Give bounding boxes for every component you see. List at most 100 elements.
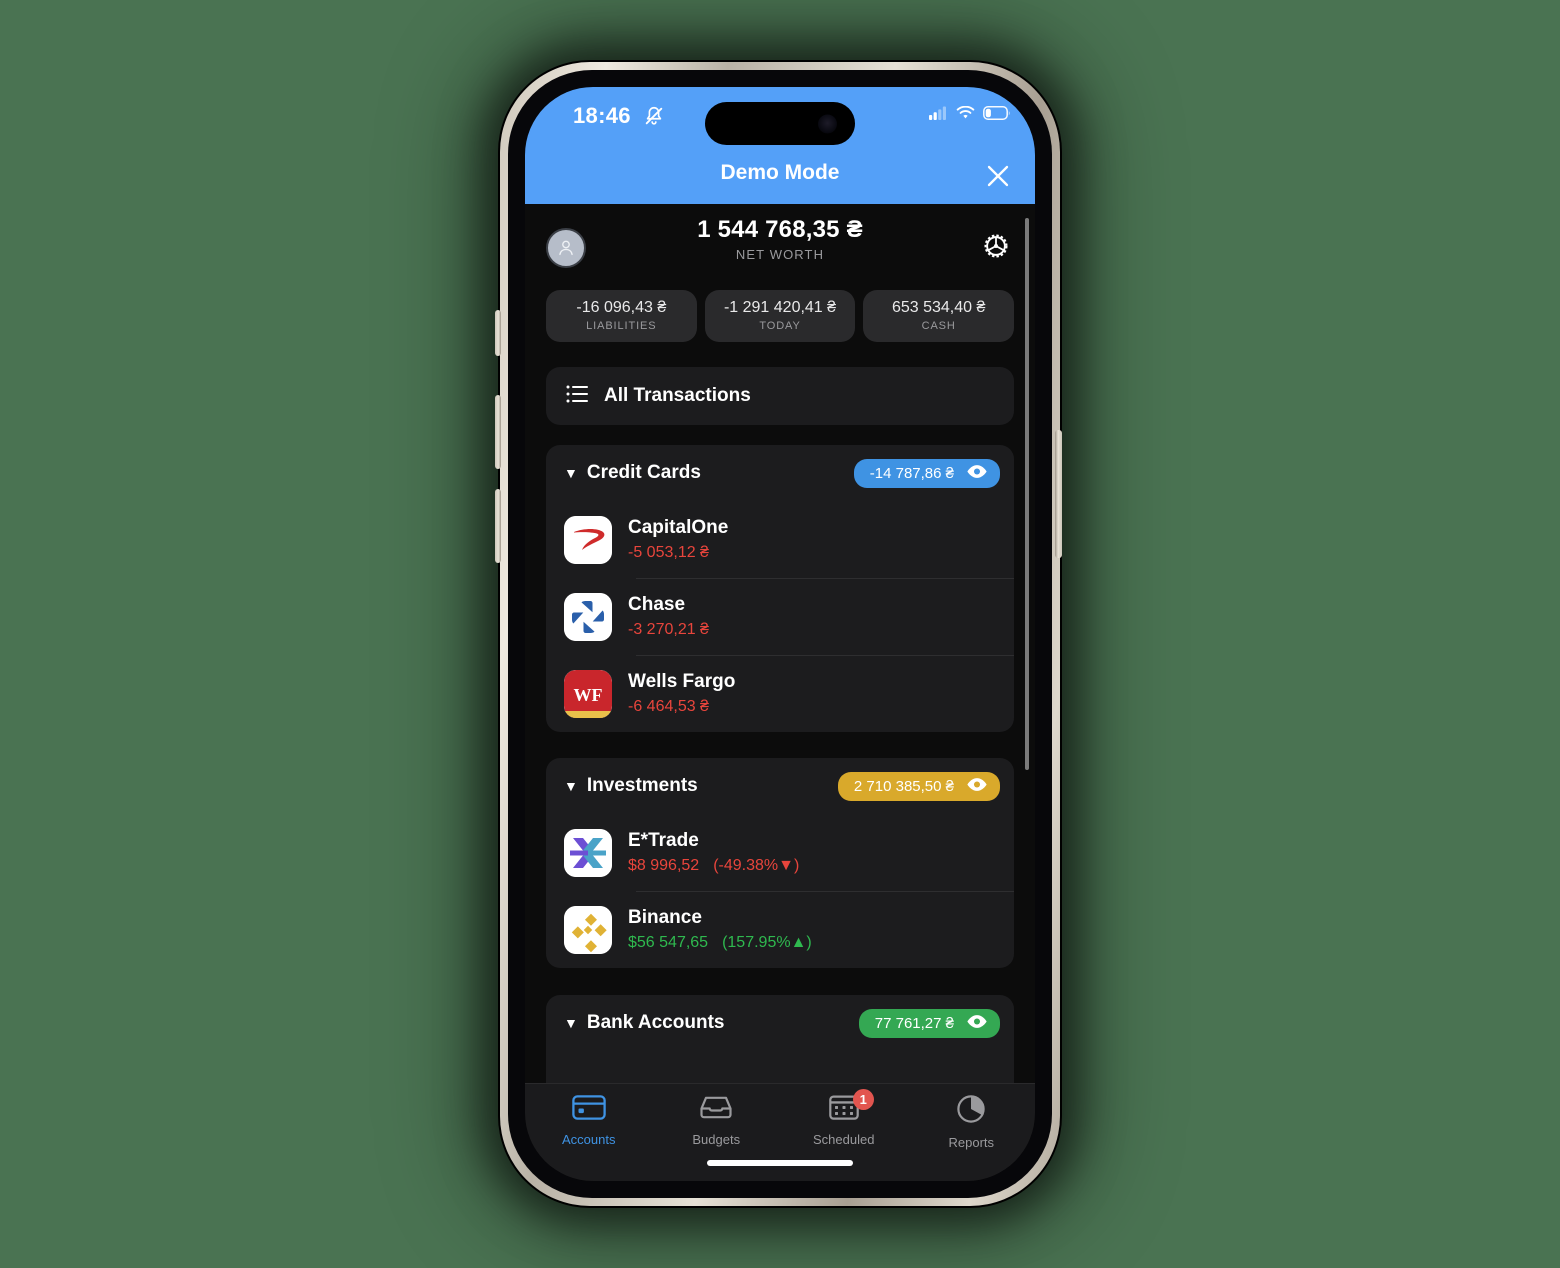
chase-logo-icon — [564, 592, 612, 641]
etrade-logo-icon — [564, 828, 612, 877]
all-transactions-button[interactable]: All Transactions — [546, 367, 1014, 425]
account-row[interactable]: WF Wells Fargo -6 464,53 ₴ — [546, 655, 1014, 732]
account-row[interactable]: CapitalOne -5 053,12 ₴ — [546, 501, 1014, 578]
vertical-scrollbar[interactable] — [1025, 218, 1029, 770]
chevron-down-icon[interactable]: ▼ — [564, 466, 578, 480]
account-balance-row: -5 053,12 ₴ — [628, 544, 728, 562]
accounts-scroll-area[interactable]: 1 544 768,35 ₴ NET WORTH -16 096,43 ₴ LI… — [525, 204, 1035, 1115]
pie-chart-icon — [956, 1094, 986, 1129]
close-icon[interactable] — [981, 159, 1015, 193]
wellsfargo-logo-icon: WF — [564, 669, 612, 718]
stat-today[interactable]: -1 291 420,41 ₴ TODAY — [704, 290, 856, 342]
volume-up-button[interactable] — [495, 395, 501, 469]
net-worth-header: 1 544 768,35 ₴ NET WORTH — [525, 216, 1035, 278]
net-worth-value: 1 544 768,35 ₴ — [697, 216, 863, 243]
home-indicator[interactable] — [707, 1160, 853, 1166]
chevron-down-icon[interactable]: ▼ — [564, 1016, 578, 1030]
account-text: Wells Fargo -6 464,53 ₴ — [628, 671, 735, 716]
eye-icon[interactable] — [966, 1014, 988, 1033]
status-bar-time: 18:46 — [573, 103, 631, 128]
account-balance-row: $8 996,52 (-49.38%▼) — [628, 857, 799, 875]
group-header[interactable]: ▼ Investments 2 710 385,50 ₴ — [546, 758, 1014, 814]
account-balance: $8 996,52 — [628, 857, 700, 874]
group-total-value: 2 710 385,50 ₴ — [853, 777, 954, 795]
tab-label: Budgets — [692, 1132, 741, 1147]
tab-accounts[interactable]: Accounts — [525, 1094, 653, 1147]
account-balance-row: -6 464,53 ₴ — [628, 698, 735, 716]
group-total-badge[interactable]: 2 710 385,50 ₴ — [837, 771, 1000, 801]
account-change: (-49.38%▼) — [713, 857, 800, 874]
front-camera-icon — [818, 114, 837, 133]
action-button[interactable] — [495, 310, 501, 356]
group-total-value: 77 761,27 ₴ — [874, 1014, 954, 1032]
account-balance: -5 053,12 ₴ — [628, 544, 709, 561]
account-balance: -6 464,53 ₴ — [628, 698, 709, 715]
demo-mode-title: Demo Mode — [720, 161, 840, 184]
group-total-badge[interactable]: -14 787,86 ₴ — [853, 458, 1000, 488]
summary-stats: -16 096,43 ₴ LIABILITIES -1 291 420,41 ₴… — [546, 290, 1015, 342]
account-row[interactable]: Chase -3 270,21 ₴ — [546, 578, 1014, 655]
account-name: Binance — [628, 907, 702, 928]
phone-screen: 18:46 Demo Mode 1 544 768,35 ₴ NET WORTH… — [525, 87, 1035, 1181]
account-text: CapitalOne -5 053,12 ₴ — [628, 517, 728, 562]
account-text: E*Trade $8 996,52 (-49.38%▼) — [628, 830, 799, 875]
wifi-icon — [956, 105, 975, 125]
group-header[interactable]: ▼ Credit Cards -14 787,86 ₴ — [546, 445, 1014, 501]
bottom-tab-bar: Accounts Budgets 1 Scheduled Reports — [525, 1083, 1035, 1181]
battery-low-icon — [983, 106, 1011, 125]
list-icon — [566, 384, 590, 409]
stat-value: -16 096,43 ₴ — [576, 299, 667, 316]
account-name: E*Trade — [628, 830, 699, 851]
eye-icon[interactable] — [966, 777, 988, 796]
binance-logo-icon — [564, 905, 612, 954]
tab-label: Accounts — [562, 1132, 616, 1147]
account-balance: $56 547,65 — [628, 934, 709, 951]
chevron-down-icon[interactable]: ▼ — [564, 779, 578, 793]
capitalone-logo-icon — [564, 515, 612, 564]
app-content: 1 544 768,35 ₴ NET WORTH -16 096,43 ₴ LI… — [525, 204, 1035, 1181]
group-title: Investments — [586, 775, 698, 796]
net-worth-label: NET WORTH — [735, 247, 825, 262]
status-bar-indicators — [929, 105, 1011, 125]
tab-scheduled[interactable]: 1 Scheduled — [780, 1089, 908, 1147]
account-change: (157.95%▲) — [722, 934, 812, 951]
all-transactions-label: All Transactions — [604, 385, 751, 406]
account-row[interactable]: Binance $56 547,65 (157.95%▲) — [546, 891, 1014, 968]
account-row[interactable]: E*Trade $8 996,52 (-49.38%▼) — [546, 814, 1014, 891]
account-text: Chase -3 270,21 ₴ — [628, 594, 709, 639]
svg-text:WF: WF — [574, 685, 603, 705]
group-total-badge[interactable]: 77 761,27 ₴ — [858, 1008, 1000, 1038]
power-button[interactable] — [1055, 430, 1062, 558]
scheduled-badge: 1 — [852, 1089, 874, 1110]
demo-mode-banner: Demo Mode — [525, 147, 1035, 204]
account-name: CapitalOne — [628, 517, 729, 538]
stat-value: -1 291 420,41 ₴ — [723, 299, 837, 316]
stat-liabilities[interactable]: -16 096,43 ₴ LIABILITIES — [546, 290, 697, 342]
net-worth-block: 1 544 768,35 ₴ NET WORTH — [525, 216, 1035, 262]
account-text: Binance $56 547,65 (157.95%▲) — [628, 907, 812, 952]
eye-icon[interactable] — [966, 464, 988, 483]
credit-card-icon — [571, 1094, 606, 1126]
stat-value: 653 534,40 ₴ — [891, 299, 986, 316]
volume-down-button[interactable] — [495, 489, 501, 563]
stat-label: CASH — [921, 320, 956, 332]
tab-budgets[interactable]: Budgets — [653, 1094, 781, 1147]
account-name: Chase — [628, 594, 686, 615]
group-title: Credit Cards — [586, 462, 701, 483]
account-balance-row: $56 547,65 (157.95%▲) — [628, 934, 812, 952]
dynamic-island — [705, 102, 855, 145]
gear-icon[interactable] — [979, 229, 1013, 268]
group-header[interactable]: ▼ Bank Accounts 77 761,27 ₴ — [546, 995, 1014, 1051]
tab-reports[interactable]: Reports — [908, 1094, 1036, 1150]
screenshot-stage: 18:46 Demo Mode 1 544 768,35 ₴ NET WORTH… — [0, 0, 1560, 1268]
tab-label: Reports — [948, 1135, 995, 1150]
account-balance-row: -3 270,21 ₴ — [628, 621, 709, 639]
group-credit-cards: ▼ Credit Cards -14 787,86 ₴ CapitalOne -… — [546, 445, 1014, 732]
group-bank-accounts: ▼ Bank Accounts 77 761,27 ₴ — [546, 995, 1014, 1097]
stat-label: LIABILITIES — [586, 320, 657, 332]
tab-label: Scheduled — [813, 1132, 875, 1147]
stat-label: TODAY — [759, 320, 801, 332]
group-total-value: -14 787,86 ₴ — [869, 464, 954, 482]
bell-slash-icon — [643, 105, 665, 132]
stat-cash[interactable]: 653 534,40 ₴ CASH — [863, 290, 1015, 342]
